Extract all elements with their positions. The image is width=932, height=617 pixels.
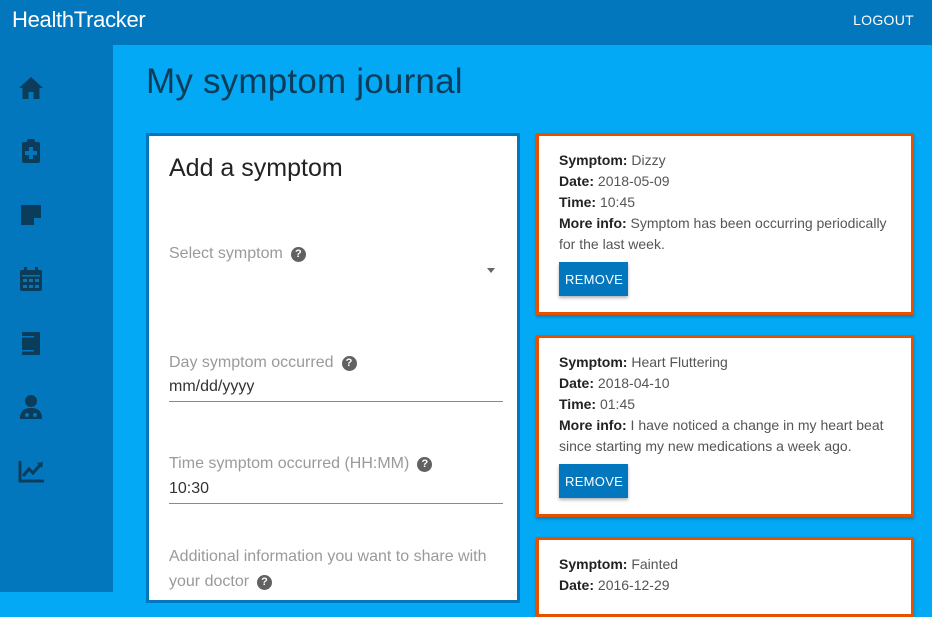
date-key: Date: [559, 173, 595, 189]
entry-time: Time: 10:45 [559, 192, 894, 213]
home-icon [19, 77, 43, 99]
note-icon [21, 205, 41, 225]
document-icon [22, 332, 40, 355]
day-input[interactable] [169, 373, 503, 402]
date-key: Date: [559, 375, 595, 391]
help-icon[interactable]: ? [417, 457, 433, 472]
doctor-icon [20, 395, 42, 419]
entry-info: More info: Symptom has been occurring pe… [559, 213, 894, 255]
remove-button[interactable]: REMOVE [559, 262, 628, 296]
time-value: 10:45 [599, 194, 636, 210]
entry-symptom: Symptom: Fainted [559, 554, 894, 575]
time-label: Time symptom occurred (HH:MM)? [169, 451, 433, 476]
help-icon[interactable]: ? [257, 575, 273, 590]
date-key: Date: [559, 577, 595, 593]
time-key: Time: [559, 194, 597, 210]
sidebar-item-home[interactable] [0, 60, 113, 116]
app-title[interactable]: HealthTracker [12, 7, 146, 33]
symptom-label: Select symptom? [169, 241, 306, 266]
symptom-key: Symptom: [559, 354, 628, 370]
symptom-value: Fainted [631, 556, 679, 572]
chevron-down-icon [487, 268, 495, 273]
info-label-text: Additional information you want to share… [169, 548, 487, 590]
logout-button[interactable]: LOGOUT [853, 12, 914, 28]
chart-icon [18, 461, 44, 483]
symptom-key: Symptom: [559, 152, 628, 168]
entry-time: Time: 01:45 [559, 394, 894, 415]
remove-button[interactable]: REMOVE [559, 464, 628, 498]
time-input[interactable] [169, 475, 503, 504]
info-key: More info: [559, 215, 627, 231]
calendar-icon [20, 267, 42, 291]
symptom-value: Heart Fluttering [631, 354, 728, 370]
symptom-select[interactable] [169, 264, 503, 294]
add-symptom-form: Add a symptom Select symptom? Day sympto… [146, 133, 520, 603]
symptom-entry-card: Symptom: Dizzy Date: 2018-05-09 Time: 10… [536, 133, 914, 315]
day-label: Day symptom occurred? [169, 350, 357, 375]
entry-symptom: Symptom: Dizzy [559, 150, 894, 171]
sidebar-item-notes[interactable] [0, 187, 113, 243]
symptom-label-text: Select symptom [169, 245, 283, 262]
top-app-bar: HealthTracker LOGOUT [0, 0, 932, 45]
entry-date: Date: 2018-04-10 [559, 373, 894, 394]
sidebar-item-calendar[interactable] [0, 251, 113, 307]
entry-info: More info: I have noticed a change in my… [559, 415, 894, 457]
entry-date: Date: 2016-12-29 [559, 575, 894, 596]
time-key: Time: [559, 396, 597, 412]
clipboard-plus-icon [22, 139, 40, 163]
page-title: My symptom journal [146, 62, 463, 101]
symptom-entry-card: Symptom: Fainted Date: 2016-12-29 [536, 537, 914, 617]
sidebar-item-records[interactable] [0, 315, 113, 371]
date-value: 2016-12-29 [597, 577, 670, 593]
form-title: Add a symptom [169, 154, 343, 182]
entry-date: Date: 2018-05-09 [559, 171, 894, 192]
date-value: 2018-05-09 [597, 173, 670, 189]
help-icon[interactable]: ? [290, 247, 306, 262]
info-key: More info: [559, 417, 627, 433]
sidebar-nav [0, 45, 113, 592]
time-value: 01:45 [599, 396, 636, 412]
time-label-text: Time symptom occurred (HH:MM) [169, 455, 410, 472]
sidebar-item-doctor[interactable] [0, 379, 113, 435]
symptom-value: Dizzy [631, 152, 666, 168]
day-label-text: Day symptom occurred [169, 354, 334, 371]
symptom-entry-card: Symptom: Heart Fluttering Date: 2018-04-… [536, 335, 914, 517]
info-label: Additional information you want to share… [169, 544, 503, 594]
date-value: 2018-04-10 [597, 375, 670, 391]
symptom-key: Symptom: [559, 556, 628, 572]
help-icon[interactable]: ? [341, 356, 357, 371]
entry-symptom: Symptom: Heart Fluttering [559, 352, 894, 373]
sidebar-item-medical[interactable] [0, 123, 113, 179]
sidebar-item-trends[interactable] [0, 443, 113, 499]
